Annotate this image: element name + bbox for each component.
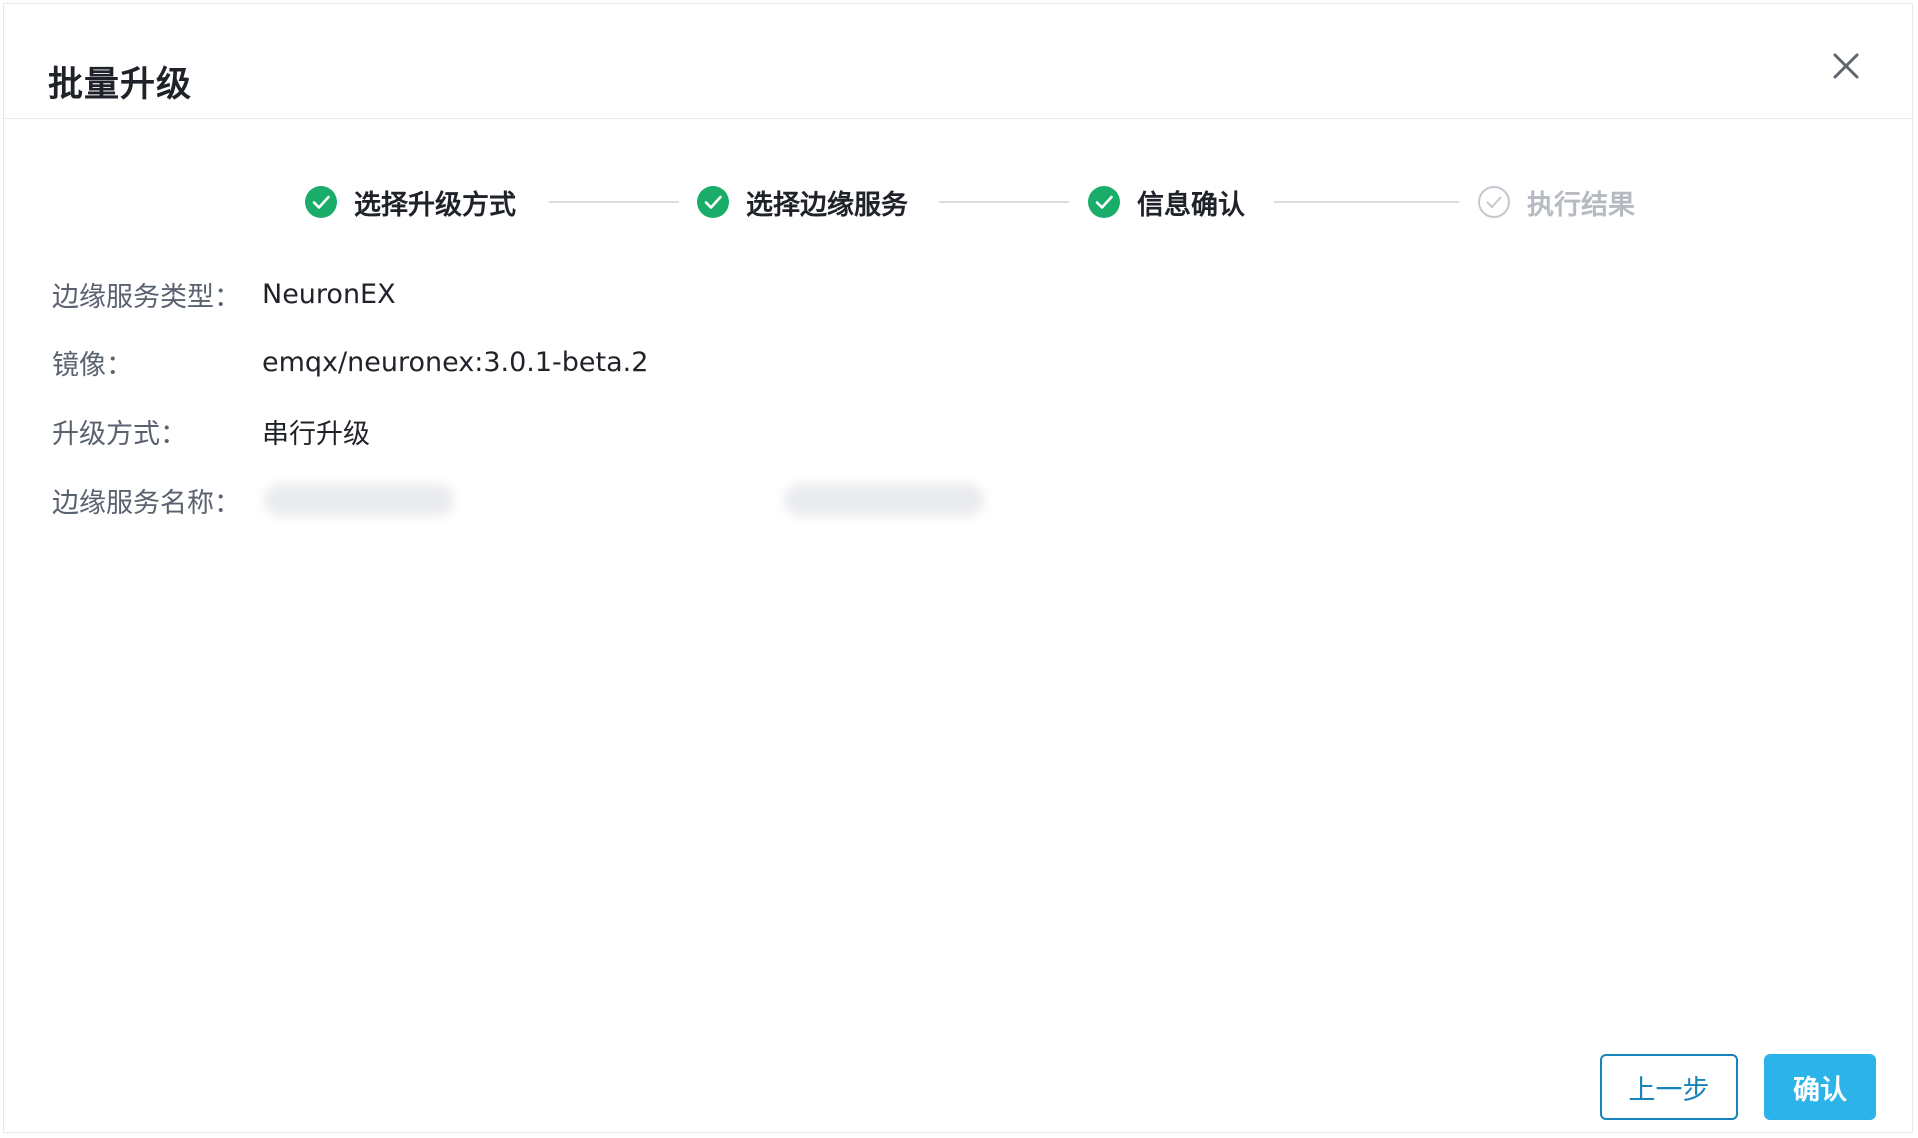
step-label: 选择升级方式 <box>354 189 516 221</box>
service-name-label: 边缘服务名称： <box>52 487 241 519</box>
service-type-value: NeuronEX <box>262 278 396 310</box>
step-label: 选择边缘服务 <box>746 189 908 221</box>
step-label: 执行结果 <box>1527 189 1635 221</box>
service-type-label: 边缘服务类型： <box>52 281 241 313</box>
check-circle-outline-icon <box>1478 186 1510 218</box>
step-connector <box>939 201 1069 203</box>
prev-step-button[interactable]: 上一步 <box>1600 1054 1738 1120</box>
step-label: 信息确认 <box>1137 189 1245 221</box>
step-execution-result: 执行结果 <box>1477 180 1635 224</box>
blurred-service-name <box>784 484 984 516</box>
step-connector <box>1274 201 1459 203</box>
upgrade-mode-label: 升级方式： <box>52 418 187 450</box>
check-circle-icon <box>1088 186 1120 218</box>
confirm-button[interactable]: 确认 <box>1764 1054 1876 1120</box>
image-label: 镜像： <box>52 349 133 381</box>
check-circle-icon <box>305 186 337 218</box>
dialog-title: 批量升级 <box>48 65 193 105</box>
step-select-upgrade-mode: 选择升级方式 <box>304 180 516 224</box>
check-circle-icon <box>697 186 729 218</box>
step-select-edge-service: 选择边缘服务 <box>696 180 908 224</box>
upgrade-mode-value: 串行升级 <box>262 418 370 450</box>
step-connector <box>549 201 679 203</box>
step-info-confirm: 信息确认 <box>1087 180 1245 224</box>
close-icon[interactable] <box>1828 48 1864 84</box>
dialog-header: 批量升级 <box>4 4 1912 119</box>
blurred-service-name <box>264 484 454 516</box>
batch-upgrade-dialog: 批量升级 选择升级方式 选择边缘服务 信息确认 执行结果 边缘服务类型： Neu… <box>3 3 1913 1133</box>
steps-bar: 选择升级方式 选择边缘服务 信息确认 执行结果 <box>4 180 1912 224</box>
info-row-service-name: 边缘服务名称： <box>52 480 1052 520</box>
image-value: emqx/neuronex:3.0.1-beta.2 <box>262 346 649 378</box>
